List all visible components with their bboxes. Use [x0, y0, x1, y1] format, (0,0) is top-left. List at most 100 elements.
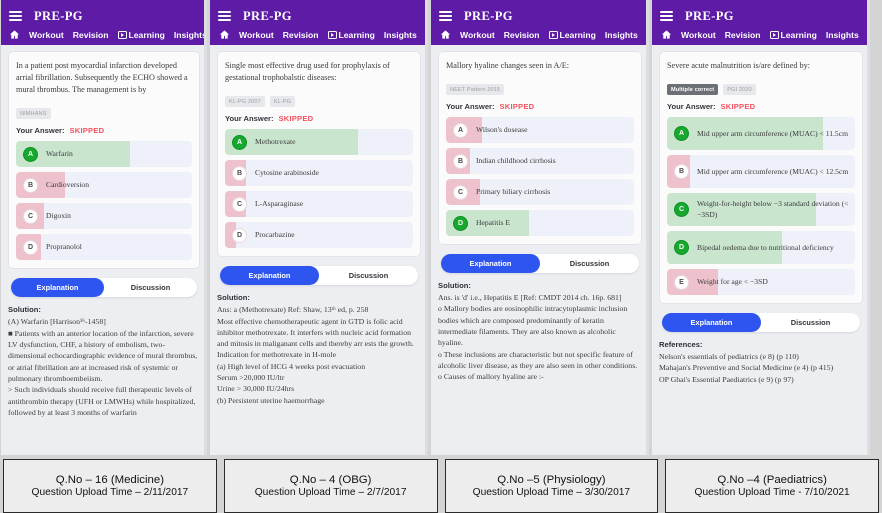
- your-answer-row: Your Answer: SKIPPED: [667, 102, 855, 111]
- nav-item-workout[interactable]: Workout: [29, 30, 64, 40]
- app-brand: PRE-PG: [685, 8, 734, 23]
- nav-item-workout[interactable]: Workout: [239, 30, 274, 40]
- tab-discussion[interactable]: Discussion: [540, 254, 639, 273]
- option-row-C[interactable]: C L-Asparaginase: [225, 191, 413, 218]
- nav-item-workout[interactable]: Workout: [681, 30, 716, 40]
- panel-scrollbar[interactable]: [867, 0, 870, 455]
- tab-explanation[interactable]: Explanation: [441, 254, 540, 274]
- option-row-A[interactable]: A Warfarin: [16, 141, 192, 168]
- option-list: A Mid upper arm circumference (MUAC) < 11…: [667, 117, 855, 296]
- caption-question-no: Q.No – 16 (Medicine): [55, 474, 164, 486]
- nav-item-insights[interactable]: Insights: [605, 30, 638, 40]
- tag-list: Multiple correct PGI 2020: [667, 84, 855, 96]
- panel-scrollbar[interactable]: [646, 0, 649, 455]
- nav-item-label: Workout: [239, 29, 274, 40]
- caption-question-no: Q.No –4 (Paediatrics): [717, 474, 827, 486]
- tab-explanation[interactable]: Explanation: [220, 266, 319, 286]
- your-answer-label: Your Answer:: [16, 126, 65, 136]
- nav-item-insights[interactable]: Insights: [826, 30, 859, 40]
- solution-heading: References:: [659, 340, 703, 350]
- option-text: Weight for age < −3SD: [697, 277, 768, 287]
- panel-strip: PRE-PG Workout Revision Learning Insights In …: [0, 0, 882, 455]
- nav-item-revision[interactable]: Revision: [504, 30, 540, 40]
- question-card: In a patient post myocardial infarction …: [8, 51, 200, 270]
- caption-box-4: Q.No –4 (Paediatrics) Question Upload Tim…: [665, 459, 879, 513]
- option-row-B[interactable]: B Indian childhood cirrhosis: [446, 148, 634, 175]
- nav-item-insights[interactable]: Insights: [174, 30, 207, 40]
- option-row-A[interactable]: A Mid upper arm circumference (MUAC) < 11…: [667, 117, 855, 151]
- nav-item-workout[interactable]: Workout: [460, 30, 495, 40]
- solution-section: References: Nelson's essentials of pediat…: [659, 340, 863, 385]
- nav-item-learning[interactable]: Learning: [769, 30, 817, 40]
- nav-item-revision[interactable]: Revision: [283, 30, 319, 40]
- tab-explanation[interactable]: Explanation: [662, 313, 761, 333]
- option-key-E: E: [674, 274, 689, 290]
- panel-scrollbar[interactable]: [204, 0, 207, 455]
- option-key-D: D: [23, 239, 38, 255]
- caption-strip: Q.No – 16 (Medicine) Question Upload Time…: [0, 459, 882, 513]
- option-row-B[interactable]: B Cytosine arabinoside: [225, 160, 413, 187]
- option-key-D: D: [453, 215, 468, 231]
- home-icon[interactable]: [218, 29, 230, 41]
- app-nav: Workout Revision Learning Insights: [218, 26, 420, 45]
- option-row-B[interactable]: B Mid upper arm circumference (MUAC) < 12…: [667, 155, 855, 189]
- option-row-C[interactable]: C Digoxin: [16, 203, 192, 230]
- option-row-D[interactable]: D Hepatitis E: [446, 210, 634, 237]
- option-row-C[interactable]: C Weight-for-height below −3 standard dev…: [667, 193, 855, 227]
- option-text: Wilson's dosease: [476, 125, 528, 135]
- option-text: Bipedal oedema due to nutritional defici…: [697, 242, 834, 252]
- hamburger-icon[interactable]: [9, 11, 22, 21]
- tag-chip: Multiple correct: [667, 84, 719, 96]
- option-text: Cardioversion: [46, 180, 90, 190]
- your-answer-row: Your Answer: SKIPPED: [16, 126, 192, 135]
- question-panel-3: PRE-PG Workout Revision Learning Insights Mal…: [431, 0, 649, 455]
- nav-item-revision[interactable]: Revision: [73, 30, 109, 40]
- nav-item-revision[interactable]: Revision: [725, 30, 761, 40]
- option-text: Cytosine arabinoside: [255, 168, 319, 178]
- home-icon[interactable]: [439, 29, 451, 41]
- home-icon[interactable]: [9, 29, 20, 41]
- option-row-A[interactable]: A Wilson's dosease: [446, 117, 634, 144]
- nav-item-insights[interactable]: Insights: [384, 30, 417, 40]
- nav-item-learning[interactable]: Learning: [117, 30, 165, 40]
- tab-discussion[interactable]: Discussion: [104, 278, 197, 297]
- nav-item-label: Workout: [460, 29, 495, 40]
- option-row-A[interactable]: A Methotrexate: [225, 129, 413, 156]
- tab-bar: Explanation Discussion: [662, 313, 860, 333]
- nav-item-learning[interactable]: Learning: [327, 29, 375, 40]
- option-row-D[interactable]: D Bipedal oedema due to nutritional defic…: [667, 231, 855, 265]
- option-text: Warfarin: [46, 149, 73, 159]
- hamburger-icon[interactable]: [660, 11, 673, 21]
- option-row-C[interactable]: C Primary biliary cirrhosis: [446, 179, 634, 206]
- panel-scrollbar[interactable]: [425, 0, 428, 455]
- tag-list: KL-PG 2007 KL-PG: [225, 96, 413, 108]
- app-header-2: PRE-PG Workout Revision Learning Insights: [210, 0, 428, 45]
- nav-item-learning[interactable]: Learning: [548, 30, 596, 40]
- app-header-3: PRE-PG Workout Revision Learning Insights: [431, 0, 649, 45]
- tab-explanation[interactable]: Explanation: [11, 278, 104, 298]
- home-icon[interactable]: [660, 29, 672, 41]
- tab-discussion[interactable]: Discussion: [761, 313, 860, 332]
- option-row-E[interactable]: E Weight for age < −3SD: [667, 269, 855, 296]
- option-key-C: C: [232, 196, 247, 212]
- your-answer-label: Your Answer:: [667, 102, 716, 112]
- app-header-top: PRE-PG: [218, 6, 420, 26]
- option-row-D[interactable]: D Propranolol: [16, 234, 192, 261]
- panel-inner-3: PRE-PG Workout Revision Learning Insights Mal…: [431, 0, 649, 455]
- caption-question-no: Q.No –5 (Physiology): [497, 474, 606, 486]
- hamburger-icon[interactable]: [218, 11, 231, 21]
- your-answer-row: Your Answer: SKIPPED: [225, 114, 413, 123]
- play-video-icon: [769, 30, 779, 39]
- option-row-D[interactable]: D Procarbazine: [225, 222, 413, 249]
- tab-discussion[interactable]: Discussion: [319, 266, 418, 285]
- your-answer-value: SKIPPED: [720, 102, 756, 112]
- app-header-top: PRE-PG: [660, 6, 862, 26]
- option-key-A: A: [23, 146, 38, 162]
- option-key-C: C: [23, 208, 38, 224]
- hamburger-icon[interactable]: [439, 11, 452, 21]
- caption-upload-time: Question Upload Time - 7/10/2021: [694, 487, 850, 498]
- question-card: Severe acute malnutrition is/are defined…: [659, 51, 863, 305]
- option-key-A: A: [453, 122, 468, 138]
- option-row-B[interactable]: B Cardioversion: [16, 172, 192, 199]
- nav-item-label: Learning: [338, 29, 375, 40]
